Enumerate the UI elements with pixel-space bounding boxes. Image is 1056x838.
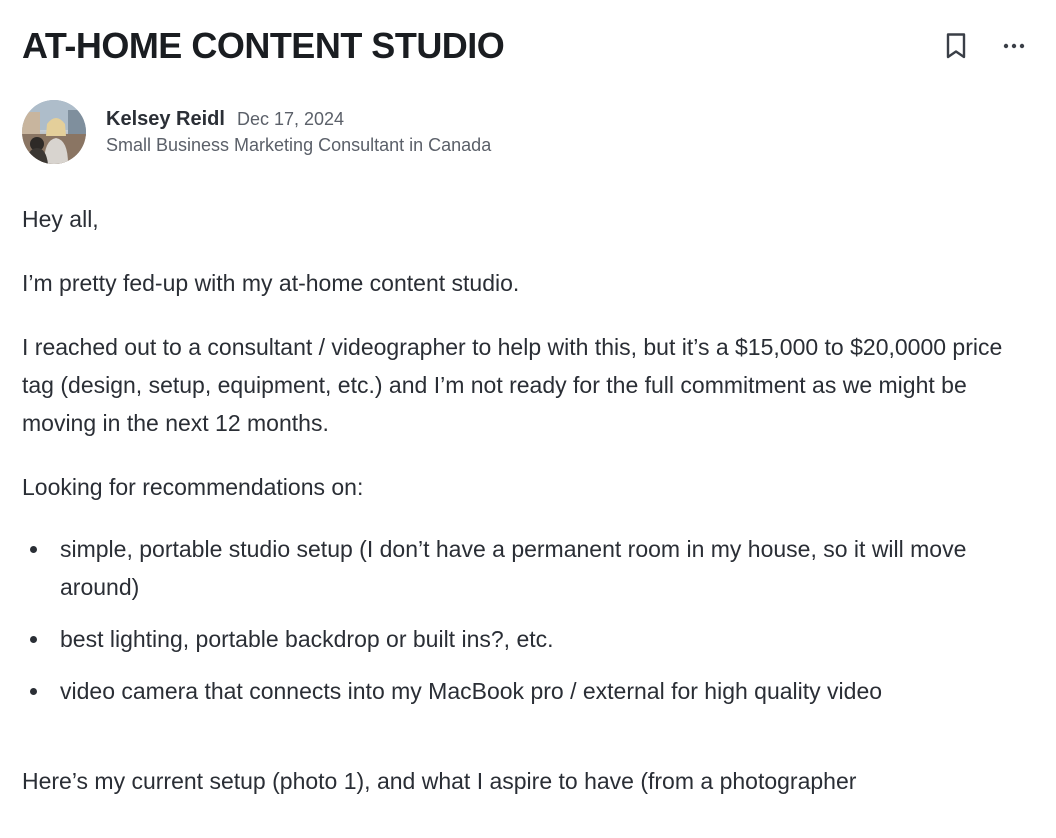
author-meta: Kelsey Reidl Dec 17, 2024 Small Business… <box>106 108 491 156</box>
more-options-icon[interactable] <box>1000 32 1028 60</box>
post-header: AT-HOME CONTENT STUDIO <box>22 22 1032 70</box>
avatar[interactable] <box>22 100 86 164</box>
list-item: video camera that connects into my MacBo… <box>22 672 1022 710</box>
body-paragraph: I reached out to a consultant / videogra… <box>22 334 1003 436</box>
author-role: Small Business Marketing Consultant in C… <box>106 135 492 155</box>
body-paragraph: Looking for recommendations on: <box>22 474 364 500</box>
body-paragraph: I’m pretty fed-up with my at-home conten… <box>22 270 520 296</box>
post: AT-HOME CONTENT STUDIO Kelsey Reidl Dec … <box>22 22 1032 826</box>
bookmark-icon[interactable] <box>942 32 970 60</box>
recommendations-list: simple, portable studio setup (I don’t h… <box>22 530 1032 710</box>
post-title: AT-HOME CONTENT STUDIO <box>22 25 505 66</box>
author-block: Kelsey Reidl Dec 17, 2024 Small Business… <box>22 100 1032 164</box>
body-paragraph: Here’s my current setup (photo 1), and w… <box>22 768 857 794</box>
post-date: Dec 17, 2024 <box>236 109 345 129</box>
post-body: Hey all, I’m pretty fed-up with my at-ho… <box>22 200 1032 800</box>
author-name[interactable]: Kelsey Reidl <box>106 108 225 131</box>
list-item: best lighting, portable backdrop or buil… <box>22 620 1022 658</box>
list-item: simple, portable studio setup (I don’t h… <box>22 530 1022 606</box>
greeting-text: Hey all, <box>22 206 99 232</box>
author-line: Kelsey Reidl Dec 17, 2024 <box>106 108 491 131</box>
post-actions <box>942 32 1028 60</box>
